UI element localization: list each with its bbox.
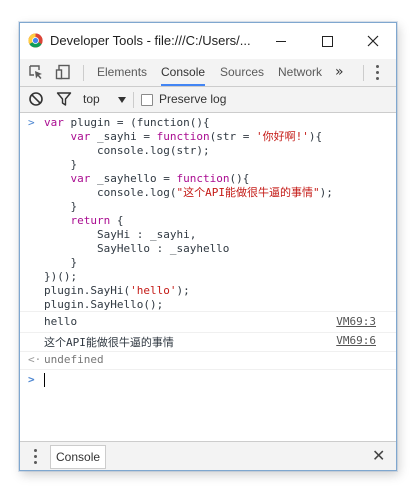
- clear-console-icon[interactable]: [28, 91, 44, 107]
- code-line: plugin.SayHello();: [44, 298, 164, 311]
- code-line: return {: [70, 214, 124, 227]
- console-output[interactable]: > var plugin = (function(){ var _sayhi =…: [20, 113, 396, 440]
- drawer-tab-console[interactable]: Console: [50, 445, 107, 469]
- log-message: hello VM69:3: [20, 312, 396, 333]
- tab-elements[interactable]: Elements: [97, 59, 147, 86]
- toolbar-divider: [363, 65, 364, 81]
- drawer-menu-icon[interactable]: [34, 449, 38, 465]
- code-line: console.log("这个API能做很牛逼的事情");: [44, 186, 333, 199]
- console-input-echo: > var plugin = (function(){ var _sayhi =…: [20, 113, 396, 312]
- filter-icon[interactable]: [56, 91, 72, 107]
- code-line: }: [44, 256, 78, 269]
- text-caret: [44, 373, 45, 387]
- result-value: undefined: [44, 353, 104, 366]
- more-tabs-button[interactable]: »: [335, 59, 344, 86]
- minimize-button[interactable]: [258, 23, 304, 59]
- chevron-down-icon[interactable]: [118, 97, 126, 103]
- inspect-element-icon[interactable]: [28, 64, 44, 80]
- code-line: SayHello : _sayhello: [44, 242, 230, 255]
- close-window-button[interactable]: [350, 23, 396, 59]
- code-line: }: [44, 200, 78, 213]
- console-toolbar: top Preserve log: [20, 87, 396, 113]
- code-line: }: [44, 158, 78, 171]
- context-selector[interactable]: top: [83, 87, 100, 112]
- tab-sources[interactable]: Sources: [220, 59, 264, 86]
- log-text: 这个API能做很牛逼的事情: [44, 336, 174, 349]
- preserve-log-label[interactable]: Preserve log: [159, 87, 226, 112]
- tab-console[interactable]: Console: [161, 59, 206, 86]
- log-source-link[interactable]: VM69:6: [336, 334, 376, 347]
- preserve-log-checkbox[interactable]: [141, 94, 153, 106]
- title-bar[interactable]: Developer Tools - file:///C:/Users/...: [20, 23, 396, 59]
- code-line-text: plugin = (function(){: [70, 116, 210, 129]
- minimize-icon: [276, 40, 286, 42]
- customize-menu-icon[interactable]: [376, 65, 380, 81]
- window-title: Developer Tools - file:///C:/Users/...: [50, 33, 251, 48]
- console-prompt[interactable]: >: [20, 370, 396, 390]
- panel-tab-bar: Elements Console Sources Network »: [20, 59, 396, 87]
- code-line: console.log(str);: [44, 144, 210, 157]
- close-icon: [367, 35, 379, 47]
- code-line: })();: [44, 270, 78, 283]
- tab-network[interactable]: Network: [278, 59, 322, 86]
- result-message: <· undefined: [20, 351, 396, 370]
- devtools-window: Developer Tools - file:///C:/Users/... E…: [19, 22, 397, 471]
- toolbar-divider: [83, 65, 84, 81]
- log-source-link[interactable]: VM69:3: [336, 315, 376, 328]
- code-line: SayHi : _sayhi,: [44, 228, 197, 241]
- device-toolbar-icon[interactable]: [55, 64, 71, 80]
- log-text: hello: [44, 315, 78, 328]
- code-line: var plugin = (function(){: [44, 116, 210, 129]
- toolbar-divider: [133, 92, 134, 108]
- chrome-logo-icon: [28, 33, 43, 48]
- log-message: 这个API能做很牛逼的事情 VM69:6: [20, 331, 396, 352]
- code-line: var _sayhello = function(){: [70, 172, 250, 185]
- close-drawer-icon[interactable]: ✕: [372, 442, 385, 470]
- prompt-chevron-icon: >: [28, 373, 35, 386]
- code-line: var _sayhi = function(str = '你好啊!'){: [70, 130, 323, 143]
- console-drawer: Console ✕: [20, 441, 396, 470]
- chevron-right-icon: >: [28, 116, 35, 129]
- maximize-button[interactable]: [304, 23, 350, 59]
- return-arrow-icon: <·: [28, 353, 42, 366]
- maximize-icon: [321, 35, 333, 47]
- code-line: plugin.SayHi('hello');: [44, 284, 190, 297]
